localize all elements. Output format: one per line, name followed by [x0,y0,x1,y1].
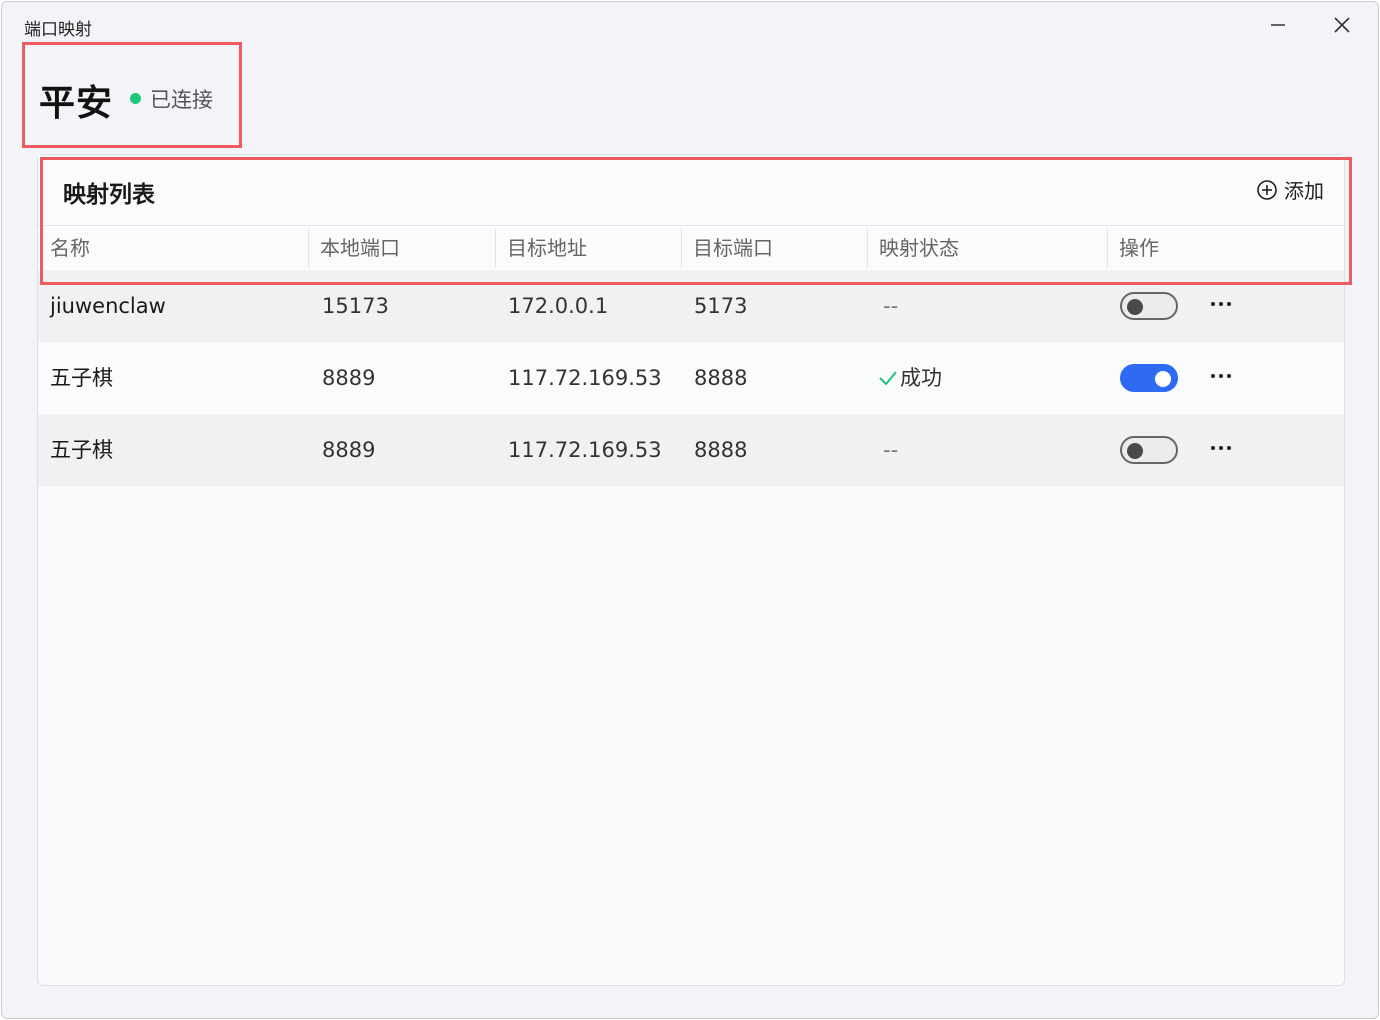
row-local-port: 15173 [322,294,389,318]
more-dot-icon [1227,446,1231,450]
column-header-actions: 操作 [1119,236,1159,260]
row-target-address: 117.72.169.53 [508,366,662,390]
more-dot-icon [1211,302,1215,306]
check-icon [879,371,897,386]
port-mapping-window: 端口映射 平安 已连接 映射列表 添加 名称 本地端口 目标地址 目标端口 映射… [1,1,1379,1019]
mapping-toggle[interactable] [1120,292,1178,320]
add-mapping-button[interactable]: 添加 [1256,175,1324,204]
row-target-address: 117.72.169.53 [508,438,662,462]
minimize-button[interactable] [1256,8,1300,42]
app-name: 平安 [39,83,114,124]
row-status-cell: 成功 [878,342,942,414]
more-dot-icon [1211,446,1215,450]
plus-circle-icon [1257,179,1277,200]
more-actions-button[interactable] [1205,290,1237,318]
row-status: 成功 [900,366,942,390]
row-target-port: 5173 [694,294,748,318]
mapping-list-panel: 映射列表 添加 名称 本地端口 目标地址 目标端口 映射状态 操作 jiuwen… [37,154,1345,986]
row-target-port: 8888 [694,438,748,462]
column-header-name: 名称 [50,236,90,260]
close-button[interactable] [1320,8,1364,42]
row-target-address: 172.0.0.1 [508,294,609,318]
column-header-mapping-status: 映射状态 [879,236,959,260]
more-actions-button[interactable] [1205,362,1237,390]
panel-header: 映射列表 添加 [38,155,1344,225]
toggle-knob [1127,299,1143,315]
row-target-port: 8888 [694,366,748,390]
add-mapping-label: 添加 [1284,179,1324,203]
toggle-knob [1127,443,1143,459]
connection-header: 平安 已连接 [22,42,242,148]
table-row: jiuwenclaw 15173 172.0.0.1 5173 -- [38,270,1344,342]
column-divider [681,228,682,268]
row-status: -- [883,294,899,318]
more-dot-icon [1211,374,1215,378]
column-header-target-address: 目标地址 [507,236,587,260]
column-divider [1107,228,1108,268]
table-row: 五子棋 8889 117.72.169.53 8888 成功 [38,342,1344,414]
column-divider [308,228,309,268]
column-divider [867,228,868,268]
more-dot-icon [1219,302,1223,306]
table-row: 五子棋 8889 117.72.169.53 8888 -- [38,414,1344,486]
connection-status: 已连接 [150,88,213,112]
row-name: 五子棋 [50,366,113,390]
more-dot-icon [1219,374,1223,378]
more-dot-icon [1227,374,1231,378]
mapping-toggle[interactable] [1120,364,1178,392]
status-dot-icon [130,93,141,104]
mapping-toggle[interactable] [1120,436,1178,464]
column-header-local-port: 本地端口 [320,236,400,260]
toggle-knob [1155,371,1171,387]
row-local-port: 8889 [322,438,376,462]
minimize-icon [1271,24,1285,26]
column-divider [495,228,496,268]
close-icon [1334,17,1350,33]
more-dot-icon [1219,446,1223,450]
column-header-target-port: 目标端口 [693,236,773,260]
row-name: 五子棋 [50,438,113,462]
row-name: jiuwenclaw [50,294,166,318]
more-dot-icon [1227,302,1231,306]
row-local-port: 8889 [322,366,376,390]
window-title: 端口映射 [24,20,92,40]
title-bar: 端口映射 [2,2,1378,46]
table-header: 名称 本地端口 目标地址 目标端口 映射状态 操作 [38,225,1344,271]
panel-title: 映射列表 [63,182,155,208]
more-actions-button[interactable] [1205,434,1237,462]
row-status: -- [883,438,899,462]
